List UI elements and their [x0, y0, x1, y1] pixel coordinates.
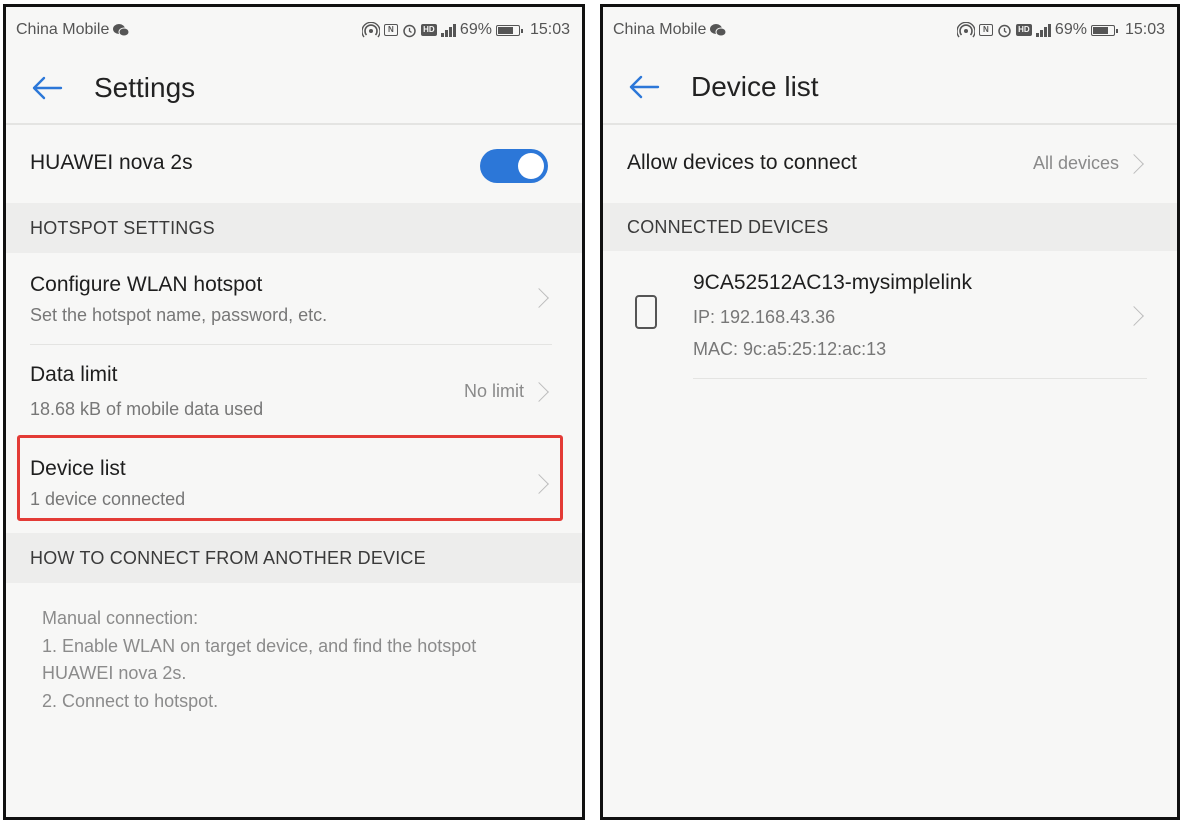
- signal-icon: [440, 23, 456, 37]
- phone-icon: [635, 295, 657, 329]
- settings-screen: China Mobile N HD 69% 15:03 Settings HUA…: [3, 4, 585, 820]
- status-bar: China Mobile N HD 69% 15:03: [6, 7, 582, 53]
- chevron-right-icon: [529, 288, 549, 308]
- nfc-icon: N: [383, 24, 398, 36]
- hd-voice-icon: HD: [1015, 24, 1032, 36]
- allow-devices-value: All devices: [1032, 153, 1119, 173]
- configure-wlan-row[interactable]: Configure WLAN hotspot Set the hotspot n…: [6, 253, 582, 345]
- device-ip: IP: 192.168.43.36: [693, 307, 836, 327]
- chevron-right-icon: [529, 382, 549, 402]
- battery-icon: [1090, 24, 1118, 36]
- device-list-title: Device list: [30, 457, 126, 480]
- app-bar: Device list: [603, 51, 1177, 125]
- back-arrow-icon: [32, 76, 63, 100]
- chevron-right-icon: [529, 474, 549, 494]
- status-bar: China Mobile N HD 69% 15:03: [603, 7, 1177, 53]
- device-name: 9CA52512AC13-mysimplelink: [693, 271, 972, 294]
- device-mac: MAC: 9c:a5:25:12:ac:13: [693, 339, 887, 359]
- clock: 15:03: [529, 21, 570, 38]
- clock: 15:03: [1124, 21, 1165, 38]
- battery-icon: [495, 24, 523, 36]
- connection-instructions: Manual connection: 1. Enable WLAN on tar…: [42, 605, 476, 715]
- hd-voice-icon: HD: [420, 24, 437, 36]
- hotspot-toggle[interactable]: [480, 149, 548, 183]
- wechat-icon: [710, 24, 727, 37]
- configure-wlan-title: Configure WLAN hotspot: [30, 273, 263, 296]
- divider: [693, 378, 1147, 379]
- back-arrow-icon: [629, 75, 660, 99]
- device-list-screen: China Mobile N HD 69% 15:03 Device list …: [600, 4, 1180, 820]
- section-header-hotspot-settings: HOTSPOT SETTINGS: [6, 203, 582, 253]
- wechat-icon: [113, 24, 130, 37]
- chevron-right-icon: [1124, 154, 1144, 174]
- connected-device-row[interactable]: 9CA52512AC13-mysimplelink IP: 192.168.43…: [603, 251, 1177, 379]
- page-title: Settings: [94, 72, 196, 103]
- device-list-subtitle: 1 device connected: [30, 489, 186, 509]
- data-limit-title: Data limit: [30, 363, 118, 386]
- instruction-line: Manual connection:: [42, 608, 199, 628]
- back-button[interactable]: [603, 75, 673, 99]
- instruction-line: HUAWEI nova 2s.: [42, 663, 187, 683]
- allow-devices-row[interactable]: Allow devices to connect All devices: [603, 127, 1177, 203]
- app-bar: Settings: [6, 53, 582, 125]
- instruction-line: 2. Connect to hotspot.: [42, 690, 219, 711]
- instruction-line: 1. Enable WLAN on target device, and fin…: [42, 635, 477, 656]
- allow-devices-label: Allow devices to connect: [627, 151, 857, 174]
- data-limit-row[interactable]: Data limit 18.68 kB of mobile data used …: [6, 345, 582, 437]
- signal-icon: [1035, 23, 1051, 37]
- section-header-connected-devices: CONNECTED DEVICES: [603, 203, 1177, 251]
- hotspot-name-label: HUAWEI nova 2s: [30, 151, 193, 174]
- toggle-knob: [518, 153, 544, 179]
- alarm-icon: [403, 24, 416, 37]
- hotspot-toggle-row[interactable]: HUAWEI nova 2s: [6, 127, 582, 203]
- battery-percent: 69%: [459, 21, 492, 38]
- battery-percent: 69%: [1054, 21, 1087, 38]
- data-limit-subtitle: 18.68 kB of mobile data used: [30, 399, 264, 419]
- nfc-icon: N: [978, 24, 993, 36]
- back-button[interactable]: [6, 76, 76, 100]
- carrier-name: China Mobile: [16, 21, 110, 38]
- chevron-right-icon: [1124, 306, 1144, 326]
- carrier-name: China Mobile: [613, 21, 707, 38]
- data-limit-value: No limit: [463, 381, 524, 401]
- hotspot-icon: [956, 22, 975, 38]
- page-title: Device list: [691, 71, 819, 102]
- hotspot-icon: [361, 22, 380, 38]
- device-list-row[interactable]: Device list 1 device connected: [6, 437, 582, 533]
- alarm-icon: [998, 24, 1011, 37]
- section-header-how-to-connect: HOW TO CONNECT FROM ANOTHER DEVICE: [6, 533, 582, 583]
- configure-wlan-subtitle: Set the hotspot name, password, etc.: [30, 305, 328, 325]
